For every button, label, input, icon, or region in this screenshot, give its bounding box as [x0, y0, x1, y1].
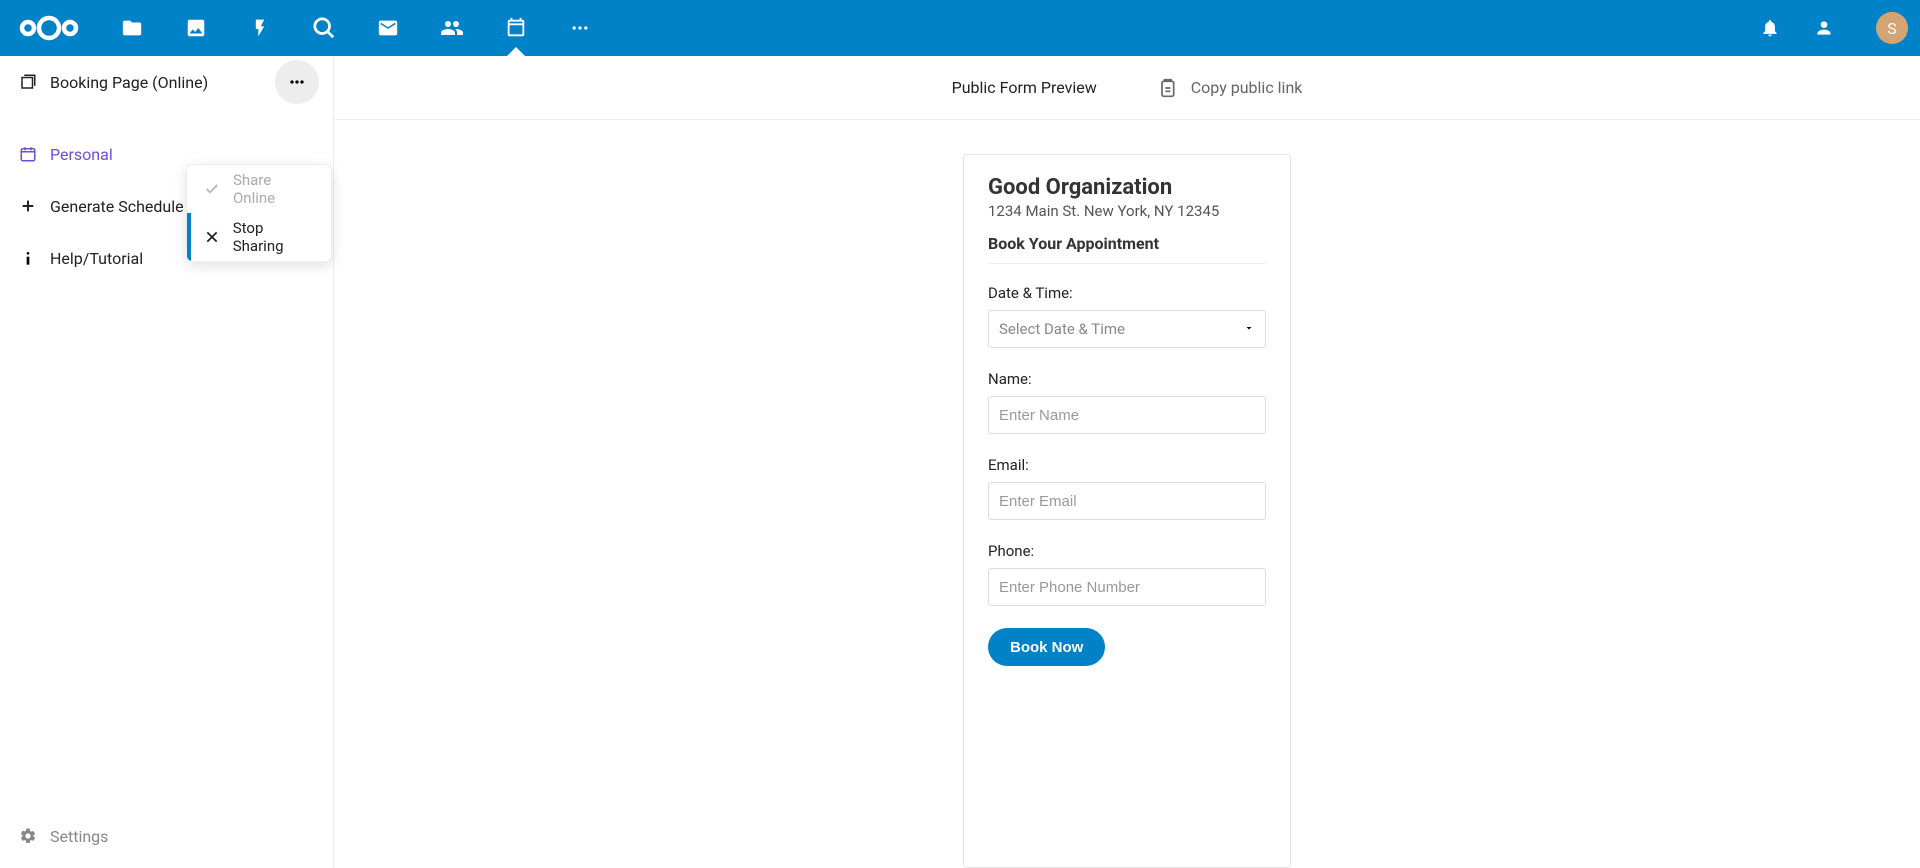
more-button[interactable] — [275, 60, 319, 104]
copy-public-link[interactable]: Copy public link — [1157, 78, 1303, 98]
sidebar-item-label: Personal — [50, 145, 113, 164]
page-icon — [14, 73, 42, 91]
sidebar-item-label: Booking Page (Online) — [50, 73, 208, 92]
sidebar-item-label: Generate Schedule — [50, 197, 184, 216]
form-subheading: Book Your Appointment — [988, 234, 1266, 264]
close-icon — [201, 230, 223, 244]
content-header: Public Form Preview Copy public link — [334, 56, 1920, 120]
plus-icon — [14, 198, 42, 214]
topbar: S — [0, 0, 1920, 56]
org-address: 1234 Main St. New York, NY 12345 — [988, 202, 1266, 220]
user-icon[interactable] — [1812, 16, 1836, 40]
date-time-placeholder: Select Date & Time — [999, 320, 1125, 338]
booking-form-card: Good Organization 1234 Main St. New York… — [963, 154, 1291, 868]
share-dropdown: Share Online Stop Sharing — [186, 164, 332, 262]
sidebar-item-label: Help/Tutorial — [50, 249, 143, 268]
page-title: Public Form Preview — [952, 78, 1097, 97]
date-time-label: Date & Time: — [988, 284, 1266, 302]
topbar-right: S — [1758, 12, 1908, 44]
sidebar-item-label: Settings — [50, 827, 108, 846]
dropdown-item-stop-sharing[interactable]: Stop Sharing — [187, 213, 331, 261]
name-input[interactable] — [988, 396, 1266, 434]
email-label: Email: — [988, 456, 1266, 474]
info-icon — [14, 249, 42, 267]
content: Public Form Preview Copy public link Goo… — [334, 56, 1920, 868]
files-icon[interactable] — [120, 16, 144, 40]
phone-input[interactable] — [988, 568, 1266, 606]
copy-link-label: Copy public link — [1191, 78, 1303, 97]
dropdown-item-label: Stop Sharing — [233, 219, 317, 255]
chevron-down-icon — [1243, 320, 1255, 338]
nextcloud-logo[interactable] — [18, 12, 80, 44]
gear-icon — [14, 827, 42, 845]
sidebar-item-booking-page[interactable]: Booking Page (Online) — [0, 56, 333, 108]
sidebar-item-settings[interactable]: Settings — [0, 816, 333, 868]
check-icon — [201, 181, 223, 197]
search-icon[interactable] — [312, 16, 336, 40]
calendar-icon[interactable] — [504, 16, 528, 40]
sidebar: Booking Page (Online) Personal Generate … — [0, 56, 334, 868]
date-time-select[interactable]: Select Date & Time — [988, 310, 1266, 348]
org-name: Good Organization — [988, 175, 1266, 200]
more-apps-icon[interactable] — [568, 16, 592, 40]
top-nav — [120, 16, 592, 40]
clipboard-icon — [1157, 78, 1177, 98]
calendar-small-icon — [14, 145, 42, 163]
mail-icon[interactable] — [376, 16, 400, 40]
bell-icon[interactable] — [1758, 16, 1782, 40]
contacts-icon[interactable] — [440, 16, 464, 40]
photos-icon[interactable] — [184, 16, 208, 40]
phone-label: Phone: — [988, 542, 1266, 560]
book-now-button[interactable]: Book Now — [988, 628, 1105, 666]
activity-icon[interactable] — [248, 16, 272, 40]
dropdown-item-label: Share Online — [233, 171, 317, 207]
name-label: Name: — [988, 370, 1266, 388]
avatar[interactable]: S — [1876, 12, 1908, 44]
dropdown-item-share-online: Share Online — [187, 165, 331, 213]
email-input[interactable] — [988, 482, 1266, 520]
